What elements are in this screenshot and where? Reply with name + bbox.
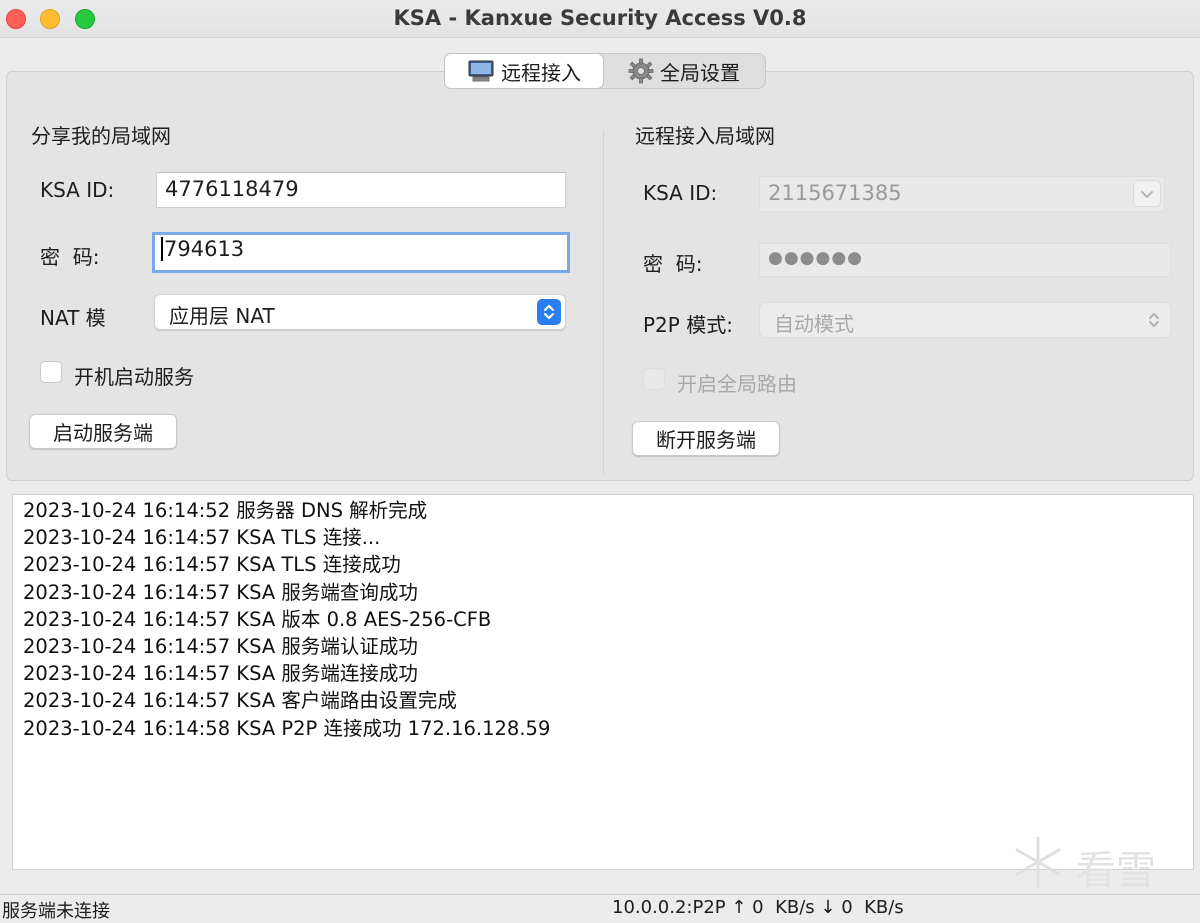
computer-icon [467, 59, 495, 83]
remote-section-title: 远程接入局域网 [635, 124, 775, 148]
snowflake-icon [1010, 834, 1066, 900]
p2p-mode-value: 自动模式 [774, 312, 854, 336]
chevron-updown-icon [1142, 307, 1166, 333]
tab-remote-access[interactable]: 远程接入 [444, 53, 604, 89]
nat-mode-value: 应用层 NAT [169, 304, 275, 328]
log-line: 2023-10-24 16:14:58 KSA P2P 连接成功 172.16.… [23, 716, 551, 740]
tab-global-settings[interactable]: 全局设置 [604, 54, 764, 88]
share-password-field[interactable]: 794613 [152, 232, 570, 273]
remote-id-value: 2115671385 [768, 181, 902, 205]
log-line: 2023-10-24 16:14:57 KSA 服务端认证成功 [23, 635, 418, 659]
section-divider [603, 130, 604, 475]
log-line: 2023-10-24 16:14:57 KSA TLS 连接成功 [23, 553, 401, 577]
autostart-checkbox[interactable] [40, 361, 62, 383]
chevron-updown-icon [537, 299, 561, 325]
remote-id-label: KSA ID: [643, 181, 718, 205]
tab-remote-access-label: 远程接入 [501, 60, 581, 85]
share-id-field[interactable]: 4776118479 [156, 172, 566, 208]
share-section-title: 分享我的局域网 [31, 124, 171, 148]
log-line: 2023-10-24 16:14:57 KSA TLS 连接... [23, 526, 381, 550]
share-password-value: 794613 [161, 237, 245, 261]
log-line: 2023-10-24 16:14:57 KSA 服务端连接成功 [23, 662, 418, 686]
window-title: KSA - Kanxue Security Access V0.8 [393, 6, 807, 30]
remote-password-label: 密 码: [643, 252, 703, 276]
disconnect-server-button[interactable]: 断开服务端 [632, 421, 780, 456]
kanxue-watermark: 看雪 [1010, 834, 1156, 900]
remote-id-combobox[interactable]: 2115671385 [759, 176, 1165, 212]
autostart-label: 开机启动服务 [74, 365, 194, 389]
start-server-button[interactable]: 启动服务端 [29, 414, 177, 449]
tab-global-settings-label: 全局设置 [660, 60, 740, 85]
global-route-checkbox[interactable] [643, 368, 665, 390]
log-view[interactable]: 2023-10-24 16:14:52 服务器 DNS 解析完成 2023-10-… [12, 494, 1194, 870]
title-bar: KSA - Kanxue Security Access V0.8 [0, 0, 1200, 38]
share-password-label: 密 码: [40, 245, 100, 269]
gear-icon [628, 58, 654, 84]
p2p-mode-label: P2P 模式: [643, 313, 733, 337]
share-id-label: KSA ID: [40, 178, 115, 202]
log-line: 2023-10-24 16:14:52 服务器 DNS 解析完成 [23, 499, 428, 522]
log-line: 2023-10-24 16:14:57 KSA 服务端查询成功 [23, 580, 418, 604]
watermark-text: 看雪 [1076, 848, 1156, 894]
nat-mode-select[interactable]: 应用层 NAT [154, 294, 566, 330]
traffic-status: 10.0.0.2:P2P ↑ 0 KB/s ↓ 0 KB/s [612, 897, 904, 918]
log-line: 2023-10-24 16:14:57 KSA 客户端路由设置完成 [23, 689, 457, 713]
p2p-mode-select[interactable]: 自动模式 [759, 302, 1171, 338]
status-bar: 服务端未连接 10.0.0.2:P2P ↑ 0 KB/s ↓ 0 KB/s [0, 894, 1200, 922]
log-line: 2023-10-24 16:14:57 KSA 版本 0.8 AES-256-C… [23, 607, 492, 631]
connection-status: 服务端未连接 [2, 901, 110, 922]
remote-password-field[interactable]: ●●●●●● [759, 243, 1171, 277]
chevron-down-icon [1133, 180, 1161, 207]
nat-mode-label: NAT 模 [40, 306, 106, 330]
global-route-label: 开启全局路由 [677, 372, 797, 396]
tab-bar: 远程接入 全局设置 [444, 53, 766, 89]
